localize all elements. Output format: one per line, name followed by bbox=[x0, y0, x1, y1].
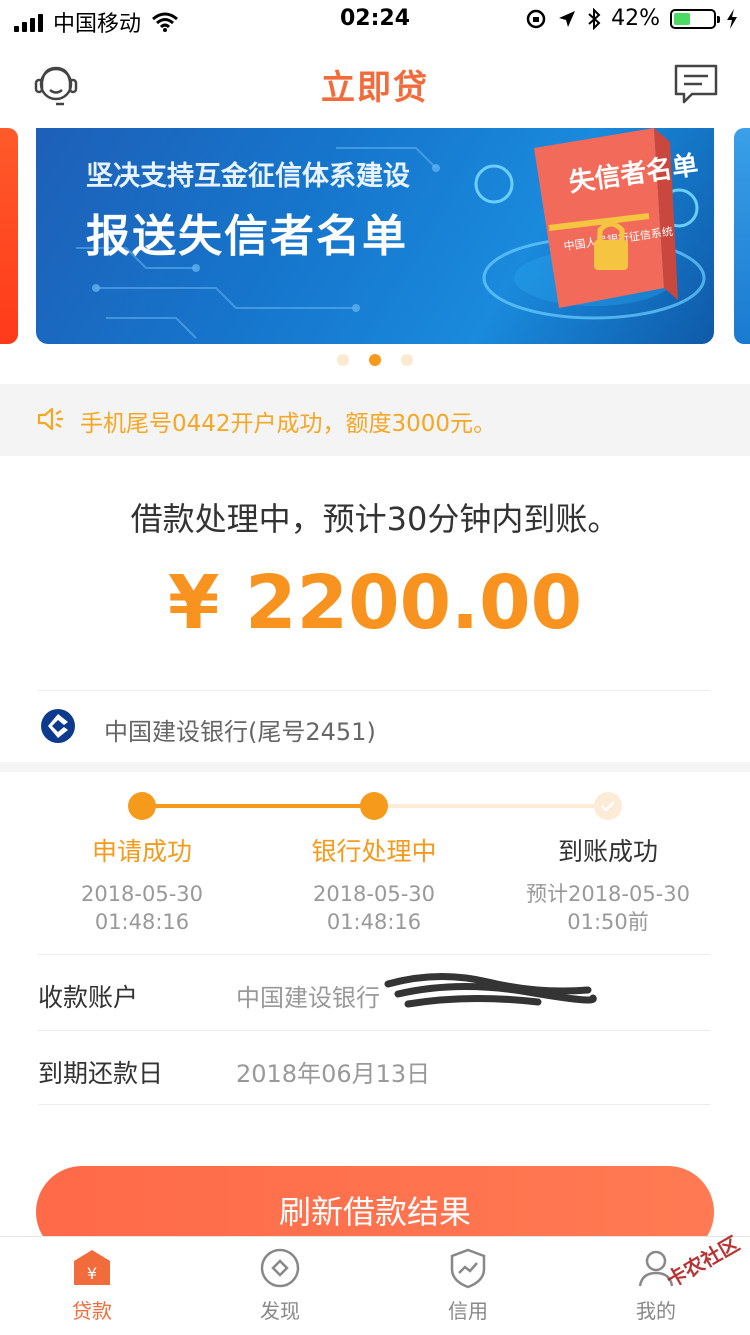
step-node-done bbox=[360, 792, 388, 820]
loan-amount: ¥ 2200.00 bbox=[167, 560, 583, 646]
step-node-pending bbox=[594, 792, 622, 820]
row-value: 中国建设银行 bbox=[236, 984, 380, 1012]
nav-bar: 立即贷 bbox=[0, 40, 750, 128]
loan-icon: ¥ bbox=[74, 1250, 110, 1285]
carousel-dot[interactable] bbox=[401, 354, 413, 366]
carousel-dot[interactable] bbox=[337, 354, 349, 366]
tab-credit[interactable]: 信用 bbox=[408, 1247, 528, 1324]
banner-subtitle: 坚决支持互金征信体系建设 bbox=[86, 161, 410, 192]
message-icon[interactable] bbox=[672, 60, 720, 108]
notice-text: 手机尾号0442开户成功，额度3000元。 bbox=[80, 411, 497, 437]
receiving-account-row: 收款账户 中国建设银行 bbox=[38, 956, 710, 1030]
charging-icon bbox=[727, 8, 737, 29]
notice-bar: 手机尾号0442开户成功，额度3000元。 bbox=[0, 384, 750, 456]
divider bbox=[38, 690, 710, 691]
section-separator bbox=[0, 762, 750, 772]
banner-slide[interactable]: 坚决支持互金征信体系建设 报送失信者名单 失信者名单 中国人民银行征信系统 bbox=[36, 128, 714, 344]
row-label: 收款账户 bbox=[38, 983, 139, 1012]
banner-title: 报送失信者名单 bbox=[86, 211, 408, 262]
tab-label: 信用 bbox=[448, 1299, 488, 1323]
step-date: 2018-05-30 bbox=[80, 882, 204, 906]
carousel-dot-active[interactable] bbox=[369, 354, 381, 366]
processing-status: 借款处理中，预计30分钟内到账。 bbox=[130, 500, 620, 538]
carousel-indicator bbox=[0, 354, 750, 366]
step-apply: 申请成功 2018-05-30 01:48:16 bbox=[32, 832, 252, 936]
banner-next-slide bbox=[734, 128, 750, 344]
tab-label: 贷款 bbox=[72, 1299, 112, 1323]
progress-line-pending bbox=[374, 804, 608, 808]
row-label: 到期还款日 bbox=[38, 1059, 164, 1088]
divider bbox=[38, 1104, 710, 1105]
tab-discover[interactable]: 发现 bbox=[220, 1247, 340, 1324]
banner-prev-slide bbox=[0, 128, 18, 344]
status-bar: 中国移动 02:24 42% bbox=[0, 0, 750, 40]
tab-loan[interactable]: ¥ 贷款 bbox=[32, 1247, 152, 1324]
credit-icon bbox=[450, 1248, 486, 1289]
divider bbox=[38, 954, 710, 955]
ccb-bank-logo bbox=[41, 709, 75, 743]
step-arrived: 到账成功 预计2018-05-30 01:50前 bbox=[498, 832, 718, 936]
check-icon bbox=[601, 801, 615, 812]
step-label: 银行处理中 bbox=[311, 837, 437, 866]
banner-carousel[interactable]: 坚决支持互金征信体系建设 报送失信者名单 失信者名单 中国人民银行征信系统 bbox=[0, 128, 750, 388]
row-value: 2018年06月13日 bbox=[236, 1060, 431, 1088]
step-time: 01:48:16 bbox=[94, 910, 190, 934]
step-time: 01:48:16 bbox=[326, 910, 422, 934]
book-lock-illustration: 失信者名单 中国人民银行征信系统 bbox=[474, 128, 706, 320]
step-node-done bbox=[128, 792, 156, 820]
tab-label: 我的 bbox=[636, 1299, 676, 1323]
step-date: 预计2018-05-30 bbox=[525, 882, 691, 906]
step-label: 申请成功 bbox=[91, 837, 192, 866]
step-bank-processing: 银行处理中 2018-05-30 01:48:16 bbox=[264, 832, 484, 936]
step-time: 01:50前 bbox=[567, 910, 649, 934]
step-date: 2018-05-30 bbox=[312, 882, 436, 906]
bank-card-row: 中国建设银行(尾号2451) bbox=[0, 692, 750, 762]
bluetooth-icon bbox=[588, 7, 601, 30]
tab-bar: ¥ 贷款 发现 信用 我的 bbox=[0, 1236, 750, 1335]
progress-tracker: 申请成功 2018-05-30 01:48:16 银行处理中 2018-05-30… bbox=[0, 790, 750, 940]
orientation-lock-icon bbox=[526, 9, 546, 28]
progress-line-done bbox=[142, 804, 374, 808]
location-icon bbox=[559, 10, 576, 27]
bank-name: 中国建设银行(尾号2451) bbox=[104, 718, 376, 746]
battery-icon bbox=[670, 8, 720, 29]
speaker-icon bbox=[37, 407, 63, 431]
due-date-row: 到期还款日 2018年06月13日 bbox=[38, 1032, 710, 1106]
battery-percent: 42% bbox=[611, 6, 660, 31]
divider bbox=[38, 1030, 710, 1031]
step-label: 到账成功 bbox=[557, 837, 658, 866]
tab-label: 发现 bbox=[260, 1299, 300, 1323]
page-title: 立即贷 bbox=[321, 68, 429, 108]
discover-icon bbox=[260, 1248, 300, 1288]
svg-text:¥: ¥ bbox=[87, 1264, 97, 1283]
redaction-scribble bbox=[384, 972, 597, 1008]
